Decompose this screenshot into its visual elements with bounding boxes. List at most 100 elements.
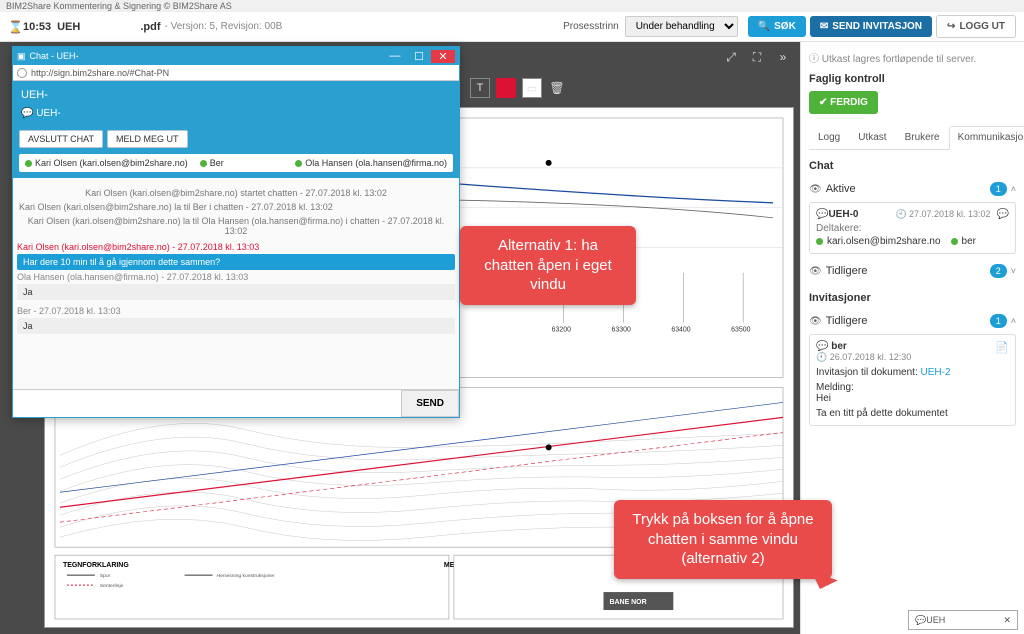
chat-header: UEH- UEH- [13, 81, 459, 126]
side-tabs: Logg Utkast Brukere Kommunikasjon [809, 126, 1016, 150]
active-label: Aktive [826, 183, 856, 195]
app-icon: ▣ [17, 51, 26, 62]
ferdig-button[interactable]: ✔ FERDIG [809, 91, 878, 114]
bottom-chat-label: UEH [926, 615, 945, 625]
search-button[interactable]: 🔍SØK [748, 16, 806, 37]
text-tool-icon[interactable]: T [470, 78, 490, 98]
chat-log[interactable]: Kari Olsen (kari.olsen@bim2share.no) sta… [13, 178, 459, 389]
chat-input-row: SEND [13, 389, 459, 417]
fullscreen-icon[interactable]: ⛶ [748, 48, 766, 66]
svg-text:63400: 63400 [671, 327, 690, 334]
tidligere-section[interactable]: 👁 Tidligere 2 ˅ [809, 264, 1016, 278]
log-line: Kari Olsen (kari.olsen@bim2share.no) sta… [19, 188, 453, 198]
eye-icon: 👁 [809, 184, 822, 195]
invitation-card[interactable]: 📄 💬 ber 🕘 26.07.2018 kl. 12:30 Invitasjo… [809, 334, 1016, 426]
chat-open-icon[interactable]: 💬 [997, 209, 1009, 220]
search-icon: 🔍 [758, 21, 770, 32]
chat-ts: 🕘27.07.2018 kl. 13:02 [896, 209, 991, 220]
app-topline: BIM2Share Kommentering & Signering © BIM… [0, 0, 1024, 12]
chat-window-titlebar[interactable]: ▣ Chat - UEH- — ☐ ✕ [13, 47, 459, 65]
doc-ext: .pdf [140, 21, 160, 33]
chat-user: Ber [210, 158, 224, 168]
mail-icon: ✉ [820, 21, 828, 32]
status-dot-icon [200, 160, 207, 167]
reload-icon[interactable] [17, 68, 27, 78]
close-icon[interactable]: ✕ [431, 50, 455, 63]
callout-2: Trykk på boksen for å åpne chatten i sam… [614, 500, 832, 579]
logout-button[interactable]: ↪LOGG UT [936, 15, 1016, 38]
chat-users: Kari Olsen (kari.olsen@bim2share.no) Ber… [13, 154, 459, 178]
chat-bubble-icon: 💬 [816, 209, 828, 220]
doc-version: - Versjon: 5, Revisjon: 00B [165, 21, 283, 32]
chat-name: UEH-0 [828, 209, 858, 220]
minimize-icon[interactable]: — [383, 50, 407, 63]
process-select[interactable]: Under behandling [625, 16, 738, 37]
logout-icon: ↪ [947, 21, 955, 32]
status-dot-icon [816, 238, 823, 245]
svg-text:63500: 63500 [731, 327, 750, 334]
chat-bubble-icon: 💬 [816, 341, 831, 352]
faglig-kontroll-heading: Faglig kontroll [809, 73, 1016, 85]
chevron-up-icon: ˄ [1011, 184, 1016, 194]
file-icon: 📄 [995, 341, 1009, 354]
log-line: Kari Olsen (kari.olsen@bim2share.no) la … [19, 216, 453, 236]
msg-body: Har dere 10 min til å gå igjennom dette … [17, 254, 455, 270]
eye-off-icon: 👁 [809, 266, 822, 277]
inv-tidligere-section[interactable]: 👁 Tidligere 1 ˄ [809, 314, 1016, 328]
more-icon[interactable]: » [774, 48, 792, 66]
msg-header: Kari Olsen (kari.olsen@bim2share.no) - 2… [17, 242, 455, 252]
send-invitation-button[interactable]: ✉SEND INVITASJON [810, 16, 932, 37]
send-button[interactable]: SEND [401, 390, 459, 417]
chat-header-sub: UEH- [21, 105, 451, 122]
status-dot-icon [25, 160, 32, 167]
expand-icon[interactable]: ⤢ [722, 48, 740, 66]
participants-label: Deltakere: [816, 223, 1009, 234]
trash-icon[interactable]: 🗑 [548, 79, 566, 97]
end-chat-button[interactable]: AVSLUTT CHAT [19, 130, 103, 148]
leave-chat-button[interactable]: MELD MEG UT [107, 130, 188, 148]
participant: kari.olsen@bim2share.no [827, 236, 941, 247]
participant: ber [962, 236, 976, 247]
rect-tool-icon[interactable]: ▭ [522, 78, 542, 98]
active-badge: 1 [990, 182, 1007, 196]
chat-url-bar[interactable]: http://sign.bim2share.no/#Chat-PN [13, 65, 459, 81]
active-section[interactable]: 👁 Aktive 1 ˄ [809, 182, 1016, 196]
status-dot-icon [951, 238, 958, 245]
legend-title: TEGNFORKLARING [63, 562, 129, 569]
close-icon[interactable]: ✕ [1003, 615, 1011, 626]
reply-body: Ja [17, 318, 455, 334]
inv-doc-link[interactable]: UEH-2 [921, 367, 951, 378]
svg-text:63300: 63300 [611, 327, 630, 334]
hourglass-icon: ⌛ [8, 20, 23, 34]
chat-input[interactable] [13, 390, 401, 417]
tab-brukere[interactable]: Brukere [896, 126, 949, 149]
doc-code: UEH [57, 21, 80, 33]
svg-text:Henvisning konstruksjoner: Henvisning konstruksjoner [217, 573, 276, 579]
log-line: Kari Olsen (kari.olsen@bim2share.no) la … [19, 202, 453, 212]
tab-utkast[interactable]: Utkast [849, 126, 895, 149]
inv-msg-body: Ta en titt på dette dokumentet [816, 408, 1009, 419]
reply-header: Ola Hansen (ola.hansen@firma.no) - 27.07… [17, 272, 455, 282]
chat-heading: Chat [809, 160, 1016, 172]
inv-ts: 26.07.2018 kl. 12:30 [830, 352, 912, 362]
time-label: 10:53 [23, 21, 51, 33]
title-bar: ⌛ 10:53 UEH .pdf - Versjon: 5, Revisjon:… [0, 12, 1024, 42]
svg-text:Spor: Spor [100, 573, 111, 579]
tab-logg[interactable]: Logg [809, 126, 849, 149]
clock-icon: 🕘 [816, 352, 830, 362]
tidligere-label: Tidligere [826, 265, 868, 277]
chat-user: Ola Hansen (ola.hansen@firma.no) [305, 158, 447, 168]
process-label: Prosesstrinn [563, 21, 619, 32]
reply-header: Ber - 27.07.2018 kl. 13:03 [17, 306, 455, 316]
inv-doc-label: Invitasjon til dokument: [816, 367, 918, 378]
maximize-icon[interactable]: ☐ [407, 50, 431, 63]
chat-window-title: Chat - UEH- [30, 51, 79, 61]
reply-body: Ja [17, 284, 455, 300]
color-red-icon[interactable] [496, 78, 516, 98]
bottom-chat-box[interactable]: 💬 UEH ✕ [908, 610, 1018, 630]
chat-header-code: UEH- [21, 85, 451, 105]
eye-icon: 👁 [809, 316, 822, 327]
chat-card[interactable]: 💬 UEH-0 🕘27.07.2018 kl. 13:02 💬 Deltaker… [809, 202, 1016, 254]
tick-label: 63200 [552, 327, 571, 334]
tab-kommunikasjon[interactable]: Kommunikasjon [949, 126, 1024, 150]
